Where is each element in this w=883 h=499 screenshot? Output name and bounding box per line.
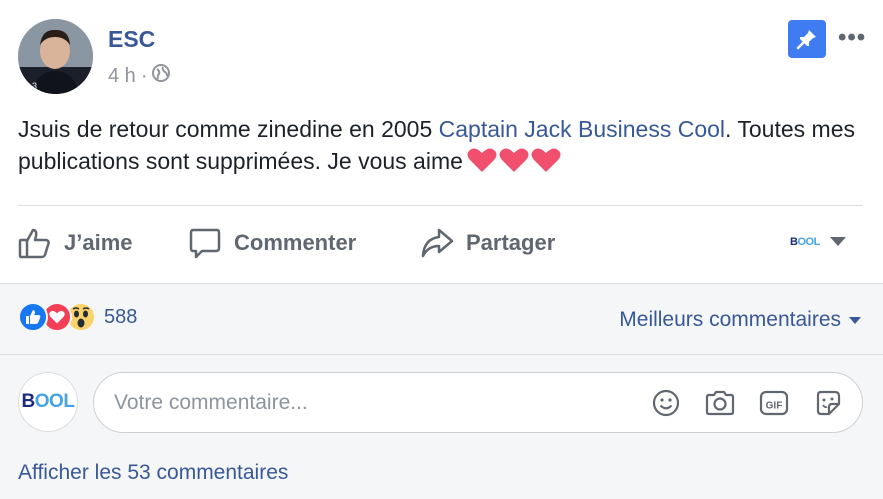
thumbs-up-icon (18, 228, 50, 259)
emoji-icon[interactable] (650, 387, 682, 419)
action-bar: J’aime Commenter Partager BOOL (0, 206, 883, 282)
share-button[interactable]: Partager (420, 226, 555, 260)
post-text: Jsuis de retour comme zinedine en 2005 C… (18, 113, 868, 177)
author-avatar[interactable]: 3 (18, 19, 93, 94)
camera-icon[interactable] (704, 387, 736, 419)
chevron-down-icon (829, 237, 846, 246)
post-time[interactable]: 4 h (108, 65, 136, 88)
comment-box: GIF (93, 372, 863, 433)
view-more-comments-link[interactable]: Afficher les 53 commentaires (18, 461, 288, 485)
svg-text:3: 3 (32, 81, 37, 91)
reactions-summary[interactable]: 588 (18, 302, 137, 332)
sticker-icon[interactable] (812, 387, 844, 419)
commenter-logo: BOOL (22, 391, 75, 413)
commenter-logo-b: B (21, 391, 36, 412)
pin-icon (796, 30, 816, 50)
author-photo: 3 (18, 19, 93, 94)
comment-tools: GIF (650, 387, 844, 419)
svg-text:GIF: GIF (766, 401, 783, 412)
author-name[interactable]: ESC (108, 26, 155, 53)
pin-button[interactable] (788, 20, 826, 58)
heart-icon (467, 148, 497, 172)
meta-separator: · (140, 64, 148, 87)
page-logo-rest: OOL (797, 236, 820, 248)
comment-label: Commenter (234, 230, 357, 255)
heart-icon (531, 148, 561, 172)
like-label: J’aime (64, 230, 133, 255)
reactions-count: 588 (104, 305, 138, 328)
globe-icon[interactable] (152, 64, 171, 88)
share-arrow-icon (421, 228, 454, 258)
divider (0, 354, 883, 355)
post-card: 3 ESC 4 h · ••• Jsuis de retour comme zi… (0, 0, 883, 283)
post-text-part1: Jsuis de retour comme zinedine en 2005 (18, 116, 439, 142)
more-options-icon[interactable]: ••• (838, 24, 866, 52)
mentioned-page-link[interactable]: Captain Jack Business Cool (439, 116, 725, 142)
comment-input[interactable] (114, 373, 614, 432)
sort-label: Meilleurs commentaires (619, 308, 841, 331)
comments-section: 588 Meilleurs commentaires BOOL GIF Affi… (0, 283, 883, 499)
page-logo: BOOL (790, 236, 820, 248)
comment-sort-dropdown[interactable]: Meilleurs commentaires (619, 308, 861, 332)
comment-bubble-icon (189, 228, 221, 259)
commenter-logo-rest: OOL (34, 391, 75, 412)
hearts-emoji-group (467, 147, 561, 173)
comment-button[interactable]: Commenter (188, 226, 356, 260)
commenter-avatar[interactable]: BOOL (18, 372, 78, 432)
heart-icon (499, 148, 529, 172)
like-reaction-icon (18, 302, 48, 332)
post-meta: 4 h · (108, 64, 171, 88)
caret-down-icon (849, 316, 861, 324)
share-label: Partager (466, 230, 556, 255)
like-button[interactable]: J’aime (18, 226, 133, 260)
gif-icon[interactable]: GIF (758, 387, 790, 419)
page-switcher[interactable]: BOOL (790, 236, 846, 248)
